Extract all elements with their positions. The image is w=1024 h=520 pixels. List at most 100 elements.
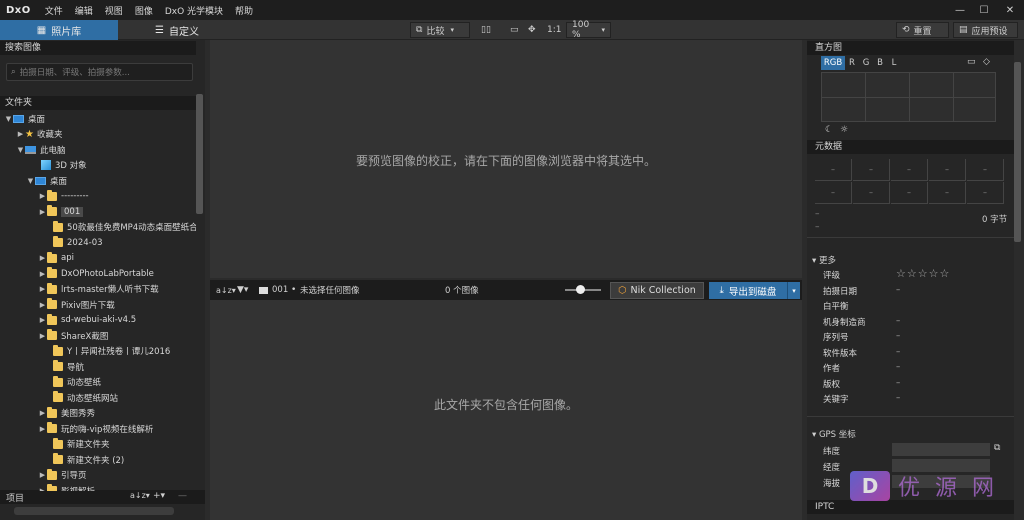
apply-preset-label: 应用预设	[971, 26, 1008, 37]
right-scrollbar[interactable]	[1014, 62, 1021, 242]
zoom-select[interactable]: 100 % ▾	[566, 20, 611, 40]
split-view-icon[interactable]: ▯▯	[481, 22, 491, 38]
menu-optics-modules[interactable]: DxO 光学模块	[165, 4, 223, 17]
tree-node[interactable]: ▼ 桌面	[26, 173, 67, 188]
sun-icon[interactable]: ☼	[840, 125, 848, 135]
tree-node[interactable]: ▶ sd-webui-aki-v4.5	[38, 313, 136, 328]
tab-photo-library[interactable]: ▦ 照片库	[0, 20, 118, 40]
chevron-right-icon[interactable]: ▶	[38, 192, 47, 200]
move-icon[interactable]: ✥	[528, 22, 536, 38]
export-dropdown[interactable]: ▾	[787, 282, 800, 299]
tree-node[interactable]: ▶ ShareX截图	[38, 328, 108, 343]
gps-latitude-label: 纬度	[823, 447, 841, 457]
folder-icon	[53, 344, 63, 356]
tree-node-label: lrts-master懒人听书下载	[61, 285, 159, 295]
right-panel: 直方图 RGB R G B L ▭ ◇ ☾ ☼ 元数据 – – – – – – – – – – –…	[807, 40, 1014, 520]
chevron-down-icon[interactable]: ▼	[16, 146, 25, 154]
slider-knob[interactable]	[576, 285, 585, 294]
chevron-right-icon[interactable]: ▶	[38, 316, 47, 324]
tree-node[interactable]: ▶ 美图秀秀	[38, 406, 95, 421]
tree-node[interactable]: ▶ ★ 收藏夹	[16, 127, 63, 142]
reset-button[interactable]: ⟲ 重置	[896, 22, 949, 38]
menu-view[interactable]: 视图	[105, 4, 123, 17]
hist-tab-l[interactable]: L	[887, 56, 901, 70]
chevron-right-icon[interactable]: ▶	[38, 301, 47, 309]
chevron-down-icon[interactable]: ▼	[4, 115, 13, 123]
tag-icon[interactable]: ◇	[983, 57, 990, 67]
fit-screen-icon[interactable]: ▭	[510, 22, 519, 38]
copy-coords-icon[interactable]: ⧉	[994, 443, 1000, 453]
tree-node[interactable]: ▶ api	[38, 251, 74, 266]
left-horizontal-scrollbar[interactable]	[14, 507, 174, 515]
chevron-right-icon[interactable]: ▶	[38, 208, 47, 216]
tree-node[interactable]: 动态壁纸网站	[44, 390, 118, 405]
chevron-right-icon[interactable]: ▶	[38, 285, 47, 293]
tab-customize[interactable]: ☰ 自定义	[118, 20, 236, 40]
metadata-field-value: –	[896, 346, 901, 357]
latitude-input[interactable]	[892, 443, 990, 456]
tree-node[interactable]: ▶ Pixiv图片下载	[38, 297, 115, 312]
tree-node[interactable]: ▶ 影视解析	[38, 483, 95, 491]
hist-tab-rgb[interactable]: RGB	[821, 56, 845, 70]
folder-icon	[47, 205, 57, 216]
tree-node[interactable]: ▶ 引导页	[38, 468, 87, 483]
monitor-icon[interactable]: ▭	[967, 57, 976, 67]
chevron-right-icon[interactable]: ▶	[38, 332, 47, 340]
metadata-cell: –	[929, 182, 966, 204]
tree-node[interactable]: ▶ lrts-master懒人听书下载	[38, 282, 159, 297]
tree-node[interactable]: ▶ 玩的嗨-vip视频在线解析	[38, 421, 153, 436]
chevron-right-icon[interactable]: ▶	[16, 130, 25, 138]
remove-project-button[interactable]: —	[178, 491, 187, 501]
rating-stars[interactable]: ☆☆☆☆☆	[896, 267, 950, 280]
tree-node-label: Pixiv图片下载	[61, 300, 115, 311]
chevron-down-icon[interactable]: ▼	[26, 177, 35, 185]
chevron-right-icon[interactable]: ▶	[38, 471, 47, 479]
gps-toggle[interactable]: ▾ GPS 坐标	[812, 428, 856, 440]
chevron-right-icon[interactable]: ▶	[38, 425, 47, 433]
menu-help[interactable]: 帮助	[235, 4, 253, 17]
tree-node[interactable]: 3D 对象	[32, 158, 87, 173]
left-scrollbar[interactable]	[196, 94, 203, 214]
sort-button[interactable]: a↓z▾	[216, 286, 236, 295]
watermark-text: 优 源 网	[898, 476, 998, 501]
more-toggle[interactable]: ▾ 更多	[812, 254, 836, 266]
hist-tab-g[interactable]: G	[859, 56, 873, 70]
hist-tab-b[interactable]: B	[873, 56, 887, 70]
tree-node[interactable]: ▶ 001	[38, 204, 84, 219]
menu-image[interactable]: 图像	[135, 4, 153, 17]
tree-node[interactable]: 新建文件夹	[44, 437, 110, 452]
tree-node[interactable]: ▼ 此电脑	[16, 142, 66, 157]
hist-tab-r[interactable]: R	[845, 56, 859, 70]
tree-node[interactable]: 50款最佳免费MP4动态桌面壁纸合集	[44, 220, 196, 235]
menu-edit[interactable]: 编辑	[75, 4, 93, 17]
tree-node[interactable]: 2024-03	[44, 235, 103, 250]
filter-button[interactable]: ▼▾	[237, 285, 248, 295]
chevron-right-icon[interactable]: ▶	[38, 409, 47, 417]
search-input[interactable]: ⌕ 拍摄日期、评级、拍摄参数...	[6, 63, 193, 81]
tree-node[interactable]: ▶ ---------	[38, 189, 89, 204]
nik-collection-button[interactable]: ⬡ Nik Collection	[610, 282, 704, 299]
image-viewer: 要预览图像的校正，请在下面的图像浏览器中将其选中。	[210, 40, 802, 278]
tree-node[interactable]: ▶ DxOPhotoLabPortable	[38, 266, 154, 281]
one-to-one-button[interactable]: 1:1	[547, 22, 561, 38]
minimize-button[interactable]: —	[948, 0, 972, 20]
compare-button[interactable]: ⧉ 比较 ▾	[410, 22, 470, 38]
tree-node[interactable]: ▼ 桌面	[4, 111, 45, 126]
export-button[interactable]: ⤓ 导出到磁盘	[709, 282, 787, 299]
tree-node[interactable]: 导航	[44, 359, 84, 374]
tree-node[interactable]: Y丨异闻社残卷丨谭儿2016	[44, 344, 170, 359]
apply-preset-button[interactable]: ▤ 应用预设	[953, 22, 1018, 38]
moon-icon[interactable]: ☾	[825, 125, 833, 135]
add-project-button[interactable]: +▾	[153, 491, 165, 501]
chevron-right-icon[interactable]: ▶	[38, 254, 47, 262]
chevron-right-icon[interactable]: ▶	[38, 487, 47, 492]
maximize-button[interactable]: ☐	[972, 0, 996, 20]
chevron-down-icon: ▾	[601, 26, 605, 34]
close-button[interactable]: ✕	[998, 0, 1022, 20]
tree-node[interactable]: 动态壁纸	[44, 375, 101, 390]
menu-file[interactable]: 文件	[45, 4, 63, 17]
chevron-right-icon[interactable]: ▶	[38, 270, 47, 278]
metadata-field-label: 作者	[823, 364, 841, 374]
sort-button[interactable]: a↓z▾	[130, 491, 150, 500]
tree-node[interactable]: 新建文件夹 (2)	[44, 452, 124, 467]
